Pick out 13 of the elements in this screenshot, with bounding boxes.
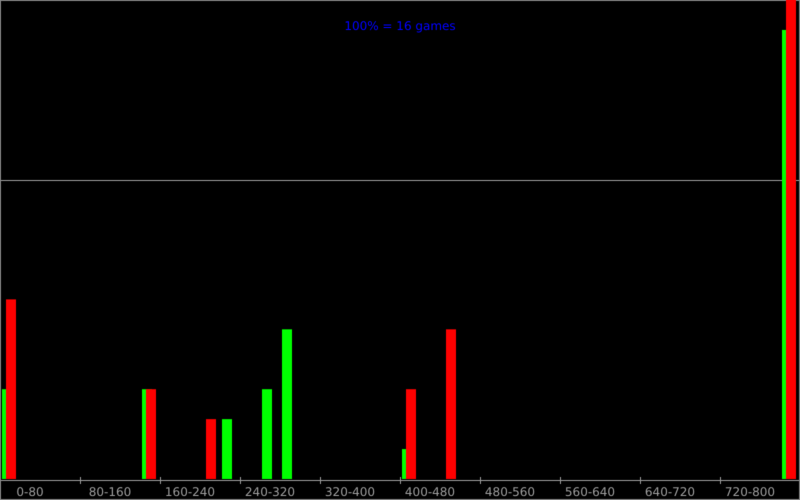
bar — [206, 419, 216, 479]
tick-label: 0-80 — [16, 485, 44, 499]
tick-label: 640-720 — [644, 485, 696, 499]
tick-label: 320-400 — [324, 485, 376, 499]
tick-label: 400-480 — [404, 485, 456, 499]
tick-label: 480-560 — [484, 485, 536, 499]
chart-title: 100% = 16 games — [344, 19, 456, 33]
tick-label: 560-640 — [564, 485, 616, 499]
tick-label: 240-320 — [244, 485, 296, 499]
bar — [222, 419, 232, 479]
tick-label: 80-160 — [88, 485, 132, 499]
tick-label: 160-240 — [164, 485, 216, 499]
tick-label: 720-800 — [724, 485, 776, 499]
